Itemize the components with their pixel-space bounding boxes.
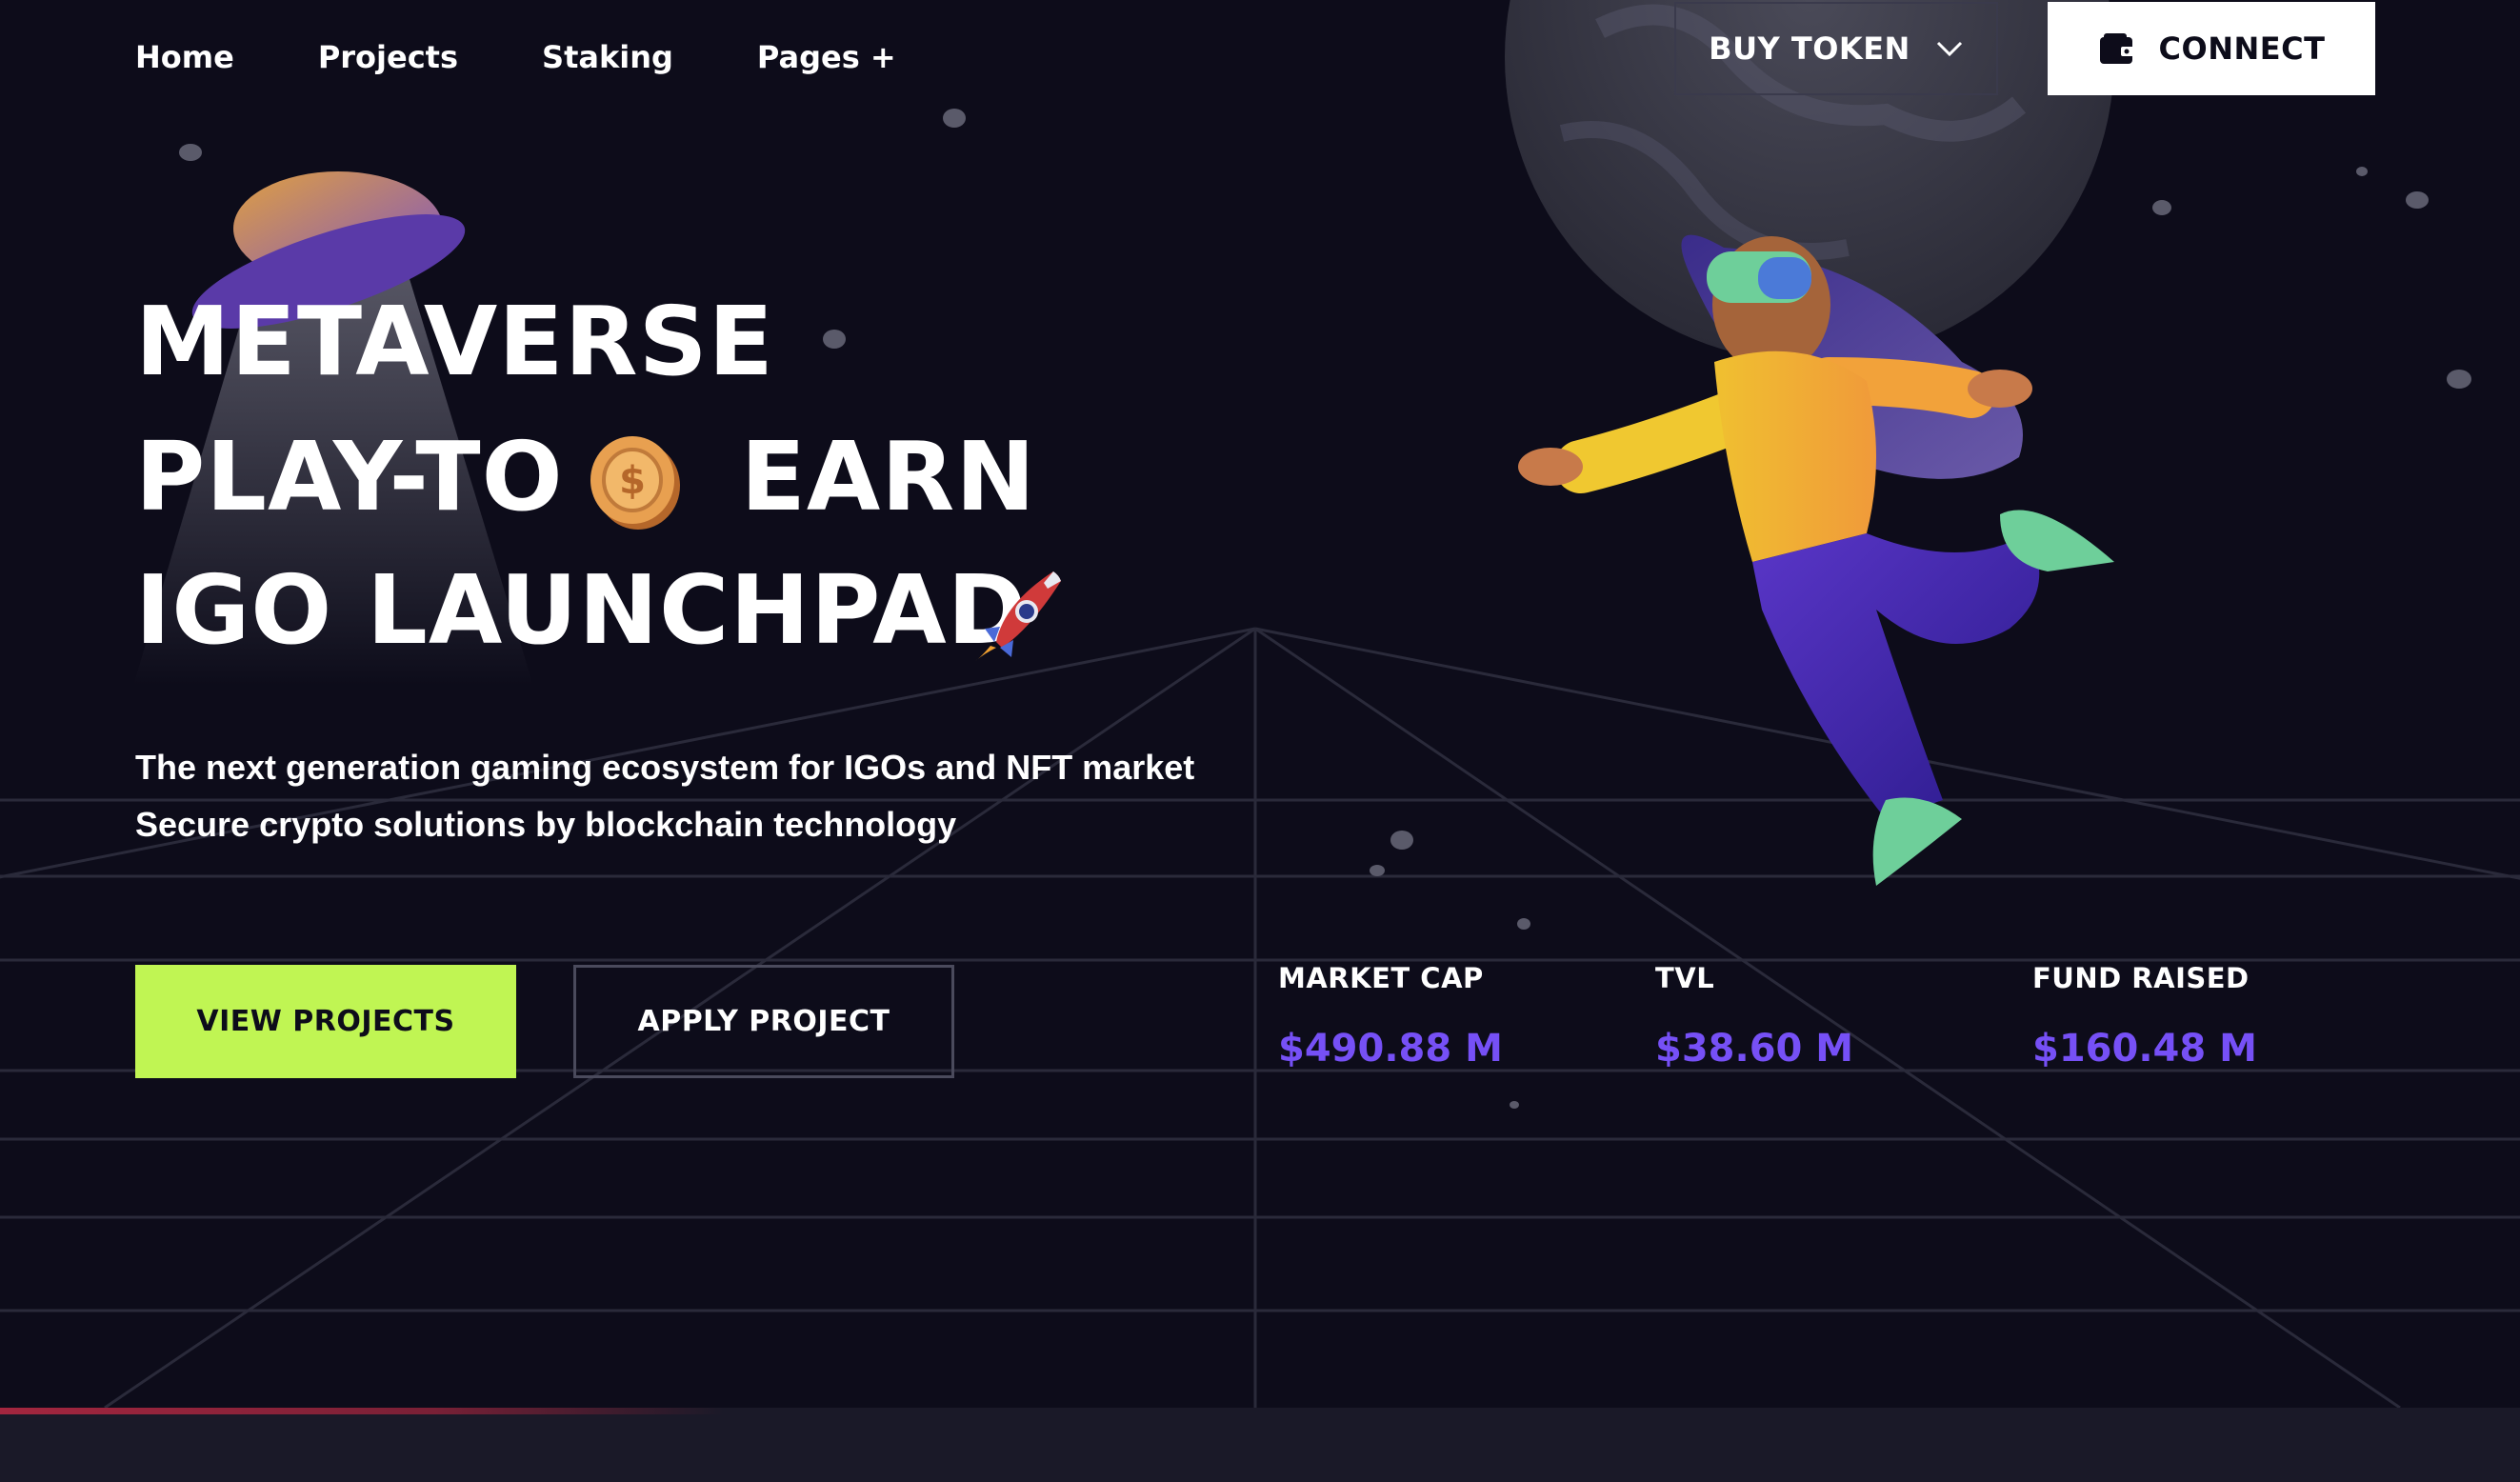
section-divider-accent bbox=[0, 1408, 724, 1414]
stat-label: FUND RAISED bbox=[2032, 962, 2250, 994]
stat-label: TVL bbox=[1655, 962, 1715, 994]
stat-value: $38.60 M bbox=[1655, 1027, 1854, 1071]
hero-subtitle: The next generation gaming ecosystem for… bbox=[135, 739, 1194, 853]
connect-wallet-button[interactable]: CONNECT bbox=[2048, 2, 2375, 95]
hero-subtitle-line-1: The next generation gaming ecosystem for… bbox=[135, 748, 1195, 787]
view-projects-button[interactable]: VIEW PROJECTS bbox=[135, 965, 516, 1078]
chevron-down-icon bbox=[1936, 41, 1962, 57]
buy-token-label: BUY TOKEN bbox=[1709, 30, 1910, 67]
stat-tvl: TVL $38.60 M bbox=[1655, 962, 1853, 1071]
next-section-edge bbox=[0, 1408, 2520, 1482]
hero-title-line-3: IGO LAUNCHPAD bbox=[135, 554, 1028, 666]
hero-title-line-1: METAVERSE bbox=[135, 286, 774, 397]
stat-value: $490.88 M bbox=[1278, 1027, 1503, 1071]
stat-value: $160.48 M bbox=[2032, 1027, 2257, 1071]
coin-icon: $ bbox=[590, 436, 680, 530]
svg-text:$: $ bbox=[619, 459, 646, 503]
apply-project-button[interactable]: APPLY PROJECT bbox=[573, 965, 954, 1078]
nav-staking-link[interactable]: Staking bbox=[542, 36, 673, 78]
stat-market-cap: MARKET CAP $490.88 M bbox=[1278, 962, 1503, 1071]
nav-pages-dropdown[interactable]: Pages + bbox=[757, 36, 896, 78]
buy-token-dropdown[interactable]: BUY TOKEN bbox=[1674, 2, 1998, 95]
hero-title-play-to: PLAY-TO bbox=[135, 421, 564, 532]
hero-title-earn: EARN bbox=[740, 421, 1036, 532]
astronaut-girl-illustration bbox=[1518, 234, 2114, 886]
hero-subtitle-line-2: Secure crypto solutions by blockchain te… bbox=[135, 805, 957, 844]
stat-label: MARKET CAP bbox=[1278, 962, 1484, 994]
connect-label: CONNECT bbox=[2158, 30, 2326, 67]
wallet-icon bbox=[2099, 33, 2134, 64]
rocket-icon bbox=[975, 571, 1061, 661]
main-nav: Home Projects Staking Pages + bbox=[135, 36, 896, 78]
stat-fund-raised: FUND RAISED $160.48 M bbox=[2032, 962, 2257, 1071]
nav-projects-link[interactable]: Projects bbox=[318, 36, 458, 78]
nav-home-link[interactable]: Home bbox=[135, 36, 234, 78]
landing-page: Home Projects Staking Pages + BUY TOKEN … bbox=[0, 0, 2520, 1482]
